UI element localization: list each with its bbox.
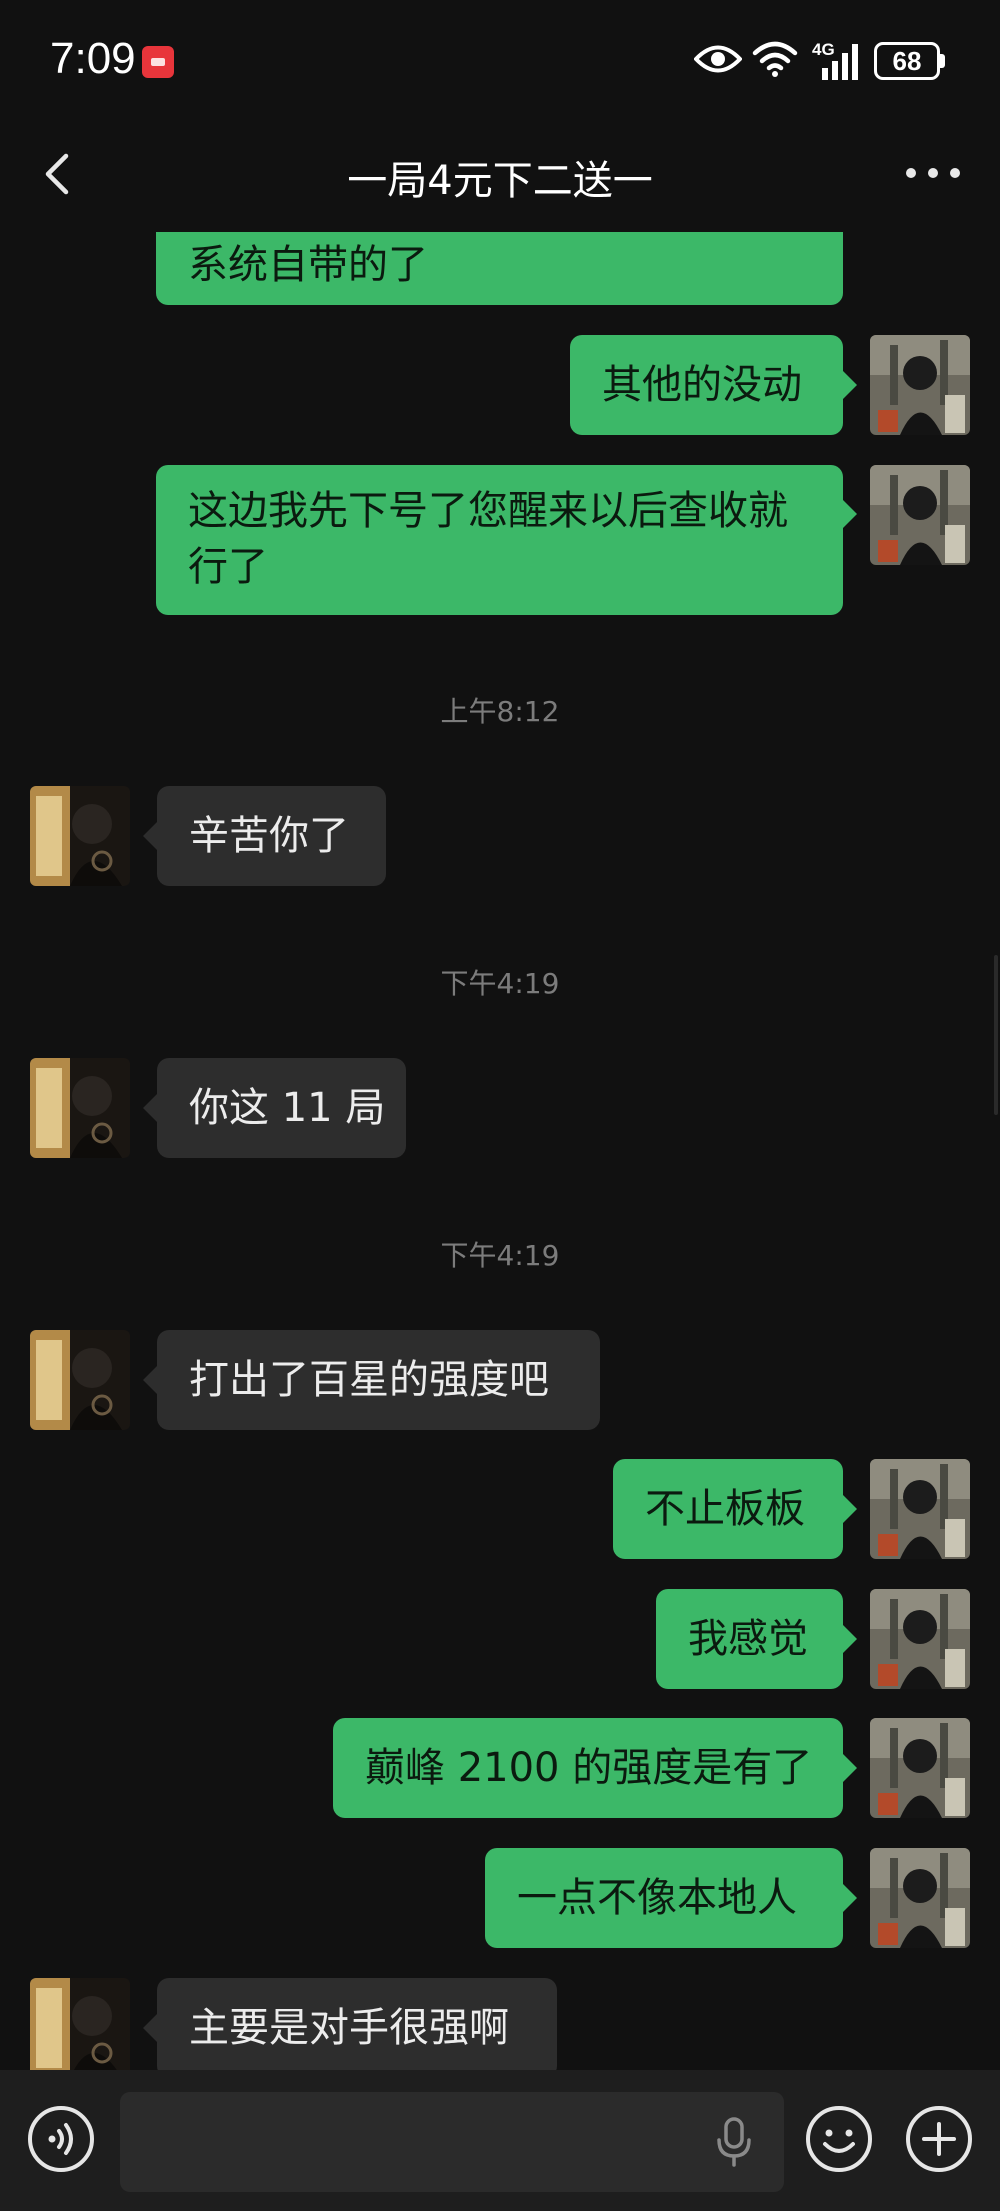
timestamp: 下午4:19 — [440, 967, 560, 1000]
avatar-self-image — [870, 465, 970, 565]
message-list[interactable]: 系统自带的了 其他的没动 这边我先下号了您醒来以后查收就 行了 上午8:12 辛… — [0, 0, 1000, 2211]
message-bubble-outgoing[interactable]: 其他的没动 — [570, 335, 843, 435]
mic-icon[interactable] — [714, 2116, 754, 2168]
message-bubble-outgoing[interactable]: 不止板板 — [613, 1459, 843, 1559]
message-bubble-incoming[interactable]: 辛苦你了 — [157, 786, 386, 886]
message-text: 打出了百星的强度吧 — [189, 1357, 549, 1403]
message-text: 我感觉 — [688, 1616, 808, 1662]
avatar-contact-image — [30, 786, 130, 886]
message-text: 辛苦你了 — [189, 813, 349, 859]
bubble-tail — [843, 371, 857, 399]
avatar-self[interactable] — [870, 465, 970, 565]
message-bubble-incoming[interactable]: 打出了百星的强度吧 — [157, 1330, 600, 1430]
bubble-tail — [843, 1495, 857, 1523]
avatar-contact[interactable] — [30, 786, 130, 886]
avatar-contact[interactable] — [30, 1330, 130, 1430]
avatar-contact-image — [30, 1978, 130, 2078]
message-text-line1: 这边我先下号了您醒来以后查收就 — [188, 488, 788, 534]
message-bubble-outgoing[interactable]: 巅峰 2100 的强度是有了 — [333, 1718, 843, 1818]
bubble-tail — [143, 1366, 157, 1394]
message-bubble-incoming[interactable]: 主要是对手很强啊 — [157, 1978, 557, 2078]
avatar-self-image — [870, 1589, 970, 1689]
bubble-tail — [143, 822, 157, 850]
message-text: 系统自带的了 — [188, 242, 428, 288]
message-bubble-incoming[interactable]: 你这 11 局 — [157, 1058, 406, 1158]
message-bubble-outgoing[interactable]: 这边我先下号了您醒来以后查收就 行了 — [156, 465, 843, 615]
bubble-tail — [143, 2014, 157, 2042]
avatar-contact-image — [30, 1058, 130, 1158]
scrollbar[interactable] — [994, 955, 998, 1115]
avatar-contact[interactable] — [30, 1058, 130, 1158]
bubble-tail — [143, 1094, 157, 1122]
avatar-self-image — [870, 1848, 970, 1948]
avatar-self-image — [870, 1718, 970, 1818]
avatar-self[interactable] — [870, 1459, 970, 1559]
bubble-tail — [843, 1754, 857, 1782]
message-text-line2: 行了 — [188, 544, 268, 590]
message-input[interactable] — [120, 2092, 784, 2192]
avatar-self[interactable] — [870, 1589, 970, 1689]
more-dots-icon[interactable] — [898, 148, 968, 198]
message-text: 主要是对手很强啊 — [189, 2005, 509, 2051]
message-text: 其他的没动 — [602, 362, 802, 408]
chat-header: 一局4元下二送一 — [0, 120, 1000, 232]
avatar-contact-image — [30, 1330, 130, 1430]
avatar-self[interactable] — [870, 1848, 970, 1948]
bubble-tail — [843, 1884, 857, 1912]
avatar-self[interactable] — [870, 335, 970, 435]
avatar-self-image — [870, 1459, 970, 1559]
message-text: 不止板板 — [645, 1486, 805, 1532]
bubble-tail — [843, 1625, 857, 1653]
voice-icon[interactable] — [26, 2104, 96, 2174]
message-text: 你这 11 局 — [189, 1085, 386, 1131]
message-text: 一点不像本地人 — [517, 1875, 797, 1921]
avatar-self[interactable] — [870, 1718, 970, 1818]
bubble-tail — [843, 500, 857, 528]
emoji-icon[interactable] — [804, 2104, 874, 2174]
timestamp: 下午4:19 — [440, 1239, 560, 1272]
chat-title: 一局4元下二送一 — [347, 158, 653, 204]
message-bubble-outgoing[interactable]: 我感觉 — [656, 1589, 843, 1689]
message-text: 巅峰 2100 的强度是有了 — [365, 1745, 813, 1791]
timestamp: 上午8:12 — [440, 695, 560, 728]
avatar-self-image — [870, 335, 970, 435]
input-bar — [0, 2070, 1000, 2211]
plus-icon[interactable] — [904, 2104, 974, 2174]
message-bubble-outgoing[interactable]: 一点不像本地人 — [485, 1848, 843, 1948]
avatar-contact[interactable] — [30, 1978, 130, 2078]
